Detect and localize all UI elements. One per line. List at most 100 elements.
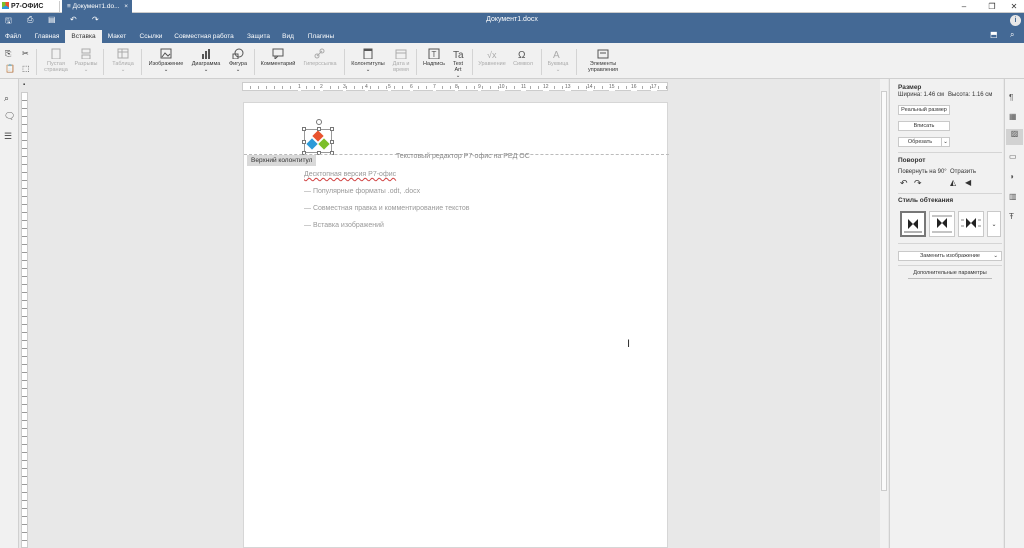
image-settings-icon[interactable]: ▨ — [1006, 129, 1023, 145]
tab-protection[interactable]: Защита — [245, 30, 271, 43]
wrap-tight-option[interactable] — [958, 211, 984, 237]
copy-icon[interactable]: ⎘ — [5, 49, 11, 59]
dropcap-button[interactable]: A Буквица ⌄ — [544, 48, 572, 73]
open-location-icon[interactable]: ⬒ — [990, 30, 998, 39]
textart-button[interactable]: Ta Text Art ⌄ — [449, 48, 467, 79]
wrap-style-heading: Стиль обтекания — [898, 197, 954, 204]
content-controls-button[interactable]: Элементы управления — [580, 48, 626, 73]
tab-layout[interactable]: Макет — [105, 30, 129, 43]
tab-view[interactable]: Вид — [280, 30, 296, 43]
resize-handle[interactable] — [330, 140, 334, 144]
search-icon[interactable]: ⌕ — [4, 93, 9, 104]
comment-icon — [272, 48, 284, 59]
tab-home[interactable]: Главная — [32, 30, 62, 43]
rotate-left-icon[interactable]: ↶ — [900, 178, 908, 189]
right-sidebar: ¶ ▦ ▨ ▭ ◑ ▥ Ŧ — [1004, 79, 1024, 548]
actual-size-button[interactable]: Реальный размер — [898, 105, 950, 115]
resize-handle[interactable] — [302, 140, 306, 144]
symbol-button[interactable]: Ω Символ — [510, 48, 536, 67]
search-icon[interactable]: ⌕ — [1010, 30, 1014, 40]
advanced-settings-link[interactable]: Дополнительные параметры — [908, 269, 992, 279]
resize-handle[interactable] — [317, 127, 321, 131]
width-value: Ширина: 1.46 см — [898, 92, 944, 98]
image-icon — [160, 48, 172, 59]
height-value: Высота: 1.16 см — [948, 92, 993, 98]
crop-dropdown-icon[interactable]: ⌄ — [941, 137, 950, 147]
app-logo[interactable]: Р7-ОФИС — [2, 1, 60, 12]
wrap-tight-icon — [961, 218, 981, 228]
wrap-inline-icon — [904, 219, 922, 233]
close-window-button[interactable]: ✕ — [1002, 0, 1024, 13]
breaks-icon — [81, 48, 91, 59]
ribbon-toolbar: ⎘ ✂ 📋 ⬚ Пустая страница Разрывы ⌄ Таблица… — [0, 43, 1024, 79]
chart-button[interactable]: Диаграмма ⌄ — [188, 48, 224, 73]
table-icon — [117, 48, 129, 59]
breaks-button[interactable]: Разрывы ⌄ — [72, 48, 100, 73]
chart-settings-icon[interactable]: ▥ — [1009, 192, 1017, 201]
rotation-heading: Поворот — [898, 157, 926, 164]
cut-icon[interactable]: ✂ — [22, 49, 29, 58]
tab-references[interactable]: Ссылки — [137, 30, 165, 43]
header-settings-icon[interactable]: ▭ — [1009, 152, 1017, 161]
wrap-square-icon — [932, 215, 952, 233]
table-button[interactable]: Таблица ⌄ — [108, 48, 138, 73]
navigation-icon[interactable]: ☰ — [4, 131, 12, 142]
flip-horizontal-icon[interactable]: ◭ — [950, 178, 956, 187]
header-text[interactable]: Текстовый редактор Р7-офис на РЕД ОС — [396, 153, 530, 160]
image-button[interactable]: Изображение ⌄ — [146, 48, 186, 73]
document-tab[interactable]: ≡ Документ1.do... × — [62, 0, 132, 13]
textbox-button[interactable]: T Надпись — [420, 48, 448, 67]
fit-button[interactable]: Вписать — [898, 121, 950, 131]
calendar-icon — [395, 49, 407, 59]
close-tab-icon[interactable]: × — [124, 0, 128, 13]
body-line[interactable]: — Популярные форматы .odt, .docx — [304, 188, 420, 195]
textart-settings-icon[interactable]: Ŧ — [1009, 212, 1014, 221]
tab-collaboration[interactable]: Совместная работа — [172, 30, 236, 43]
selected-image[interactable] — [302, 119, 334, 155]
rotate-handle[interactable] — [316, 119, 322, 125]
vertical-scrollbar[interactable] — [880, 79, 888, 548]
shape-button[interactable]: Фигура ⌄ — [226, 48, 250, 73]
paste-icon[interactable]: 📋 — [5, 64, 15, 73]
resize-handle[interactable] — [330, 127, 334, 131]
flip-vertical-icon[interactable]: ◀ — [965, 178, 971, 187]
tab-file[interactable]: Файл — [3, 30, 23, 43]
replace-image-button[interactable]: Заменить изображение ⌄ — [898, 251, 1002, 261]
resize-handle[interactable] — [302, 127, 306, 131]
left-sidebar: ⌕ 🗨 ☰ — [0, 79, 19, 548]
select-all-icon[interactable]: ⬚ — [22, 64, 30, 73]
wrap-inline-option[interactable] — [900, 211, 926, 237]
document-page[interactable]: Верхний колонтитул Текстовый редактор Р7… — [243, 102, 669, 548]
rotate-label: Повернуть на 90° — [898, 169, 947, 175]
tab-plugins[interactable]: Плагины — [304, 30, 338, 43]
restore-button[interactable]: ❐ — [980, 0, 1004, 13]
datetime-button[interactable]: Дата и время — [390, 48, 412, 73]
tab-insert[interactable]: Вставка — [65, 30, 102, 43]
comment-button[interactable]: Комментарий — [258, 48, 298, 67]
app-header: 🖫 ⎙ ▤ ↶ ↷ Документ1.docx i Файл Главная … — [0, 13, 1024, 43]
wrap-more-icon[interactable]: ⌄ — [987, 211, 1001, 237]
blank-page-button[interactable]: Пустая страница — [42, 48, 70, 73]
comments-icon[interactable]: 🗨 — [4, 111, 15, 122]
document-title: Документ1.docx — [486, 16, 538, 23]
shape-icon — [232, 48, 244, 59]
shape-settings-icon[interactable]: ◑ — [1009, 172, 1014, 181]
image-settings-panel: Размер Ширина: 1.46 см Высота: 1.16 см Р… — [889, 79, 1003, 548]
table-settings-icon[interactable]: ▦ — [1009, 112, 1017, 121]
minimize-button[interactable]: – — [952, 0, 976, 13]
hyperlink-button[interactable]: Гиперссылка — [300, 48, 340, 67]
crop-button[interactable]: Обрезать — [898, 137, 942, 147]
headers-footers-button[interactable]: Колонтитулы ⌄ — [348, 48, 388, 73]
controls-icon — [597, 49, 609, 59]
body-line[interactable]: Десктопная версия Р7-офис — [304, 171, 396, 178]
wrap-square-option[interactable] — [929, 211, 955, 237]
paragraph-settings-icon[interactable]: ¶ — [1009, 93, 1013, 102]
header-footer-icon — [363, 48, 373, 59]
body-line[interactable]: — Вставка изображений — [304, 222, 384, 229]
svg-text:Ta: Ta — [453, 50, 464, 59]
body-line[interactable]: — Совместная правка и комментирование те… — [304, 205, 470, 212]
rotate-right-icon[interactable]: ↷ — [914, 178, 922, 189]
equation-button[interactable]: √x Уравнение — [475, 48, 509, 67]
user-icon[interactable]: i — [1010, 15, 1021, 26]
scroll-thumb[interactable] — [881, 91, 887, 491]
